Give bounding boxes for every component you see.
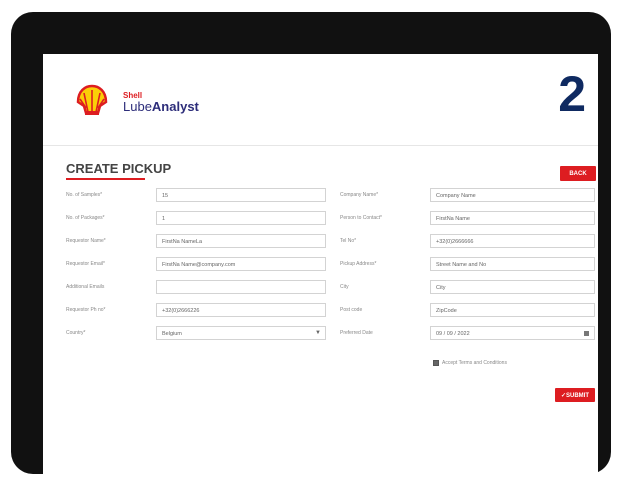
label-additional-emails: Additional Emails xyxy=(66,284,105,290)
label-requestor-email: Requestor Email* xyxy=(66,261,105,267)
person-to-contact-value: FirstNa Name xyxy=(436,216,470,222)
submit-label: SUBMIT xyxy=(566,392,590,399)
label-requestor-name: Requestor Name* xyxy=(66,238,106,244)
company-name-input[interactable]: Company Name xyxy=(430,188,595,202)
shell-logo-icon xyxy=(76,84,108,115)
terms-checkbox[interactable] xyxy=(433,360,439,366)
tel-no-input[interactable]: +32(0)2666666 xyxy=(430,234,595,248)
label-preferred-date: Preferred Date xyxy=(340,330,373,336)
label-pickup-address: Pickup Address* xyxy=(340,261,377,267)
preferred-date-value: 09 / 09 / 2022 xyxy=(436,331,470,337)
page-title: CREATE PICKUP xyxy=(66,161,172,176)
requestor-email-input[interactable]: FirstNa Name@company.com xyxy=(156,257,326,271)
label-no-of-packages: No. of Packages* xyxy=(66,215,105,221)
brand-analyst-text: Analyst xyxy=(151,99,199,114)
app-screen: Shell LubeAnalyst 2 CREATE PICKUP BACK N… xyxy=(43,54,598,475)
city-input[interactable]: City xyxy=(430,280,595,294)
post-code-input[interactable]: ZipCode xyxy=(430,303,595,317)
city-value: City xyxy=(436,285,446,291)
label-person-to-contact: Person to Contact* xyxy=(340,215,382,221)
label-company-name: Company Name* xyxy=(340,192,379,198)
label-requestor-phone: Requestor Ph no* xyxy=(66,307,106,313)
brand-lube-text: Lube xyxy=(123,99,152,114)
calendar-icon[interactable] xyxy=(584,331,589,336)
pickup-address-input[interactable]: Street Name and No xyxy=(430,257,595,271)
requestor-phone-value: +32(0)2666226 xyxy=(162,308,200,314)
brand-name: Shell LubeAnalyst xyxy=(123,91,199,114)
back-button[interactable]: BACK xyxy=(560,166,596,181)
no-of-packages-input[interactable]: 1 xyxy=(156,211,326,225)
label-tel-no: Tel No* xyxy=(340,238,357,244)
submit-button[interactable]: ✓SUBMIT xyxy=(555,388,595,402)
brand-product: LubeAnalyst xyxy=(123,100,199,114)
app-header: Shell LubeAnalyst 2 xyxy=(43,54,598,146)
country-select[interactable]: Belgium ▼ xyxy=(156,326,326,340)
company-name-value: Company Name xyxy=(436,193,476,199)
step-number: 2 xyxy=(558,66,586,122)
label-no-of-samples: No. of Samples* xyxy=(66,192,103,198)
label-post-code: Post code xyxy=(340,307,363,313)
pickup-address-value: Street Name and No xyxy=(436,262,487,268)
no-of-samples-input[interactable]: 15 xyxy=(156,188,326,202)
title-underline xyxy=(66,178,145,180)
no-of-samples-value: 15 xyxy=(162,193,169,199)
country-value: Belgium xyxy=(162,331,182,337)
post-code-value: ZipCode xyxy=(436,308,457,314)
requestor-email-value: FirstNa Name@company.com xyxy=(162,262,236,268)
additional-emails-input[interactable] xyxy=(156,280,326,294)
tel-no-value: +32(0)2666666 xyxy=(436,239,474,245)
device-frame: Shell LubeAnalyst 2 CREATE PICKUP BACK N… xyxy=(11,12,611,475)
label-city: City xyxy=(340,284,349,290)
label-country: Country* xyxy=(66,330,86,336)
no-of-packages-value: 1 xyxy=(162,216,166,222)
person-to-contact-input[interactable]: FirstNa Name xyxy=(430,211,595,225)
requestor-phone-input[interactable]: +32(0)2666226 xyxy=(156,303,326,317)
chevron-down-icon: ▼ xyxy=(315,330,321,336)
requestor-name-input[interactable]: FirstNa NameLa xyxy=(156,234,326,248)
requestor-name-value: FirstNa NameLa xyxy=(162,239,203,245)
preferred-date-input[interactable]: 09 / 09 / 2022 xyxy=(430,326,595,340)
terms-label: Accept Terms and Conditions xyxy=(442,360,507,366)
